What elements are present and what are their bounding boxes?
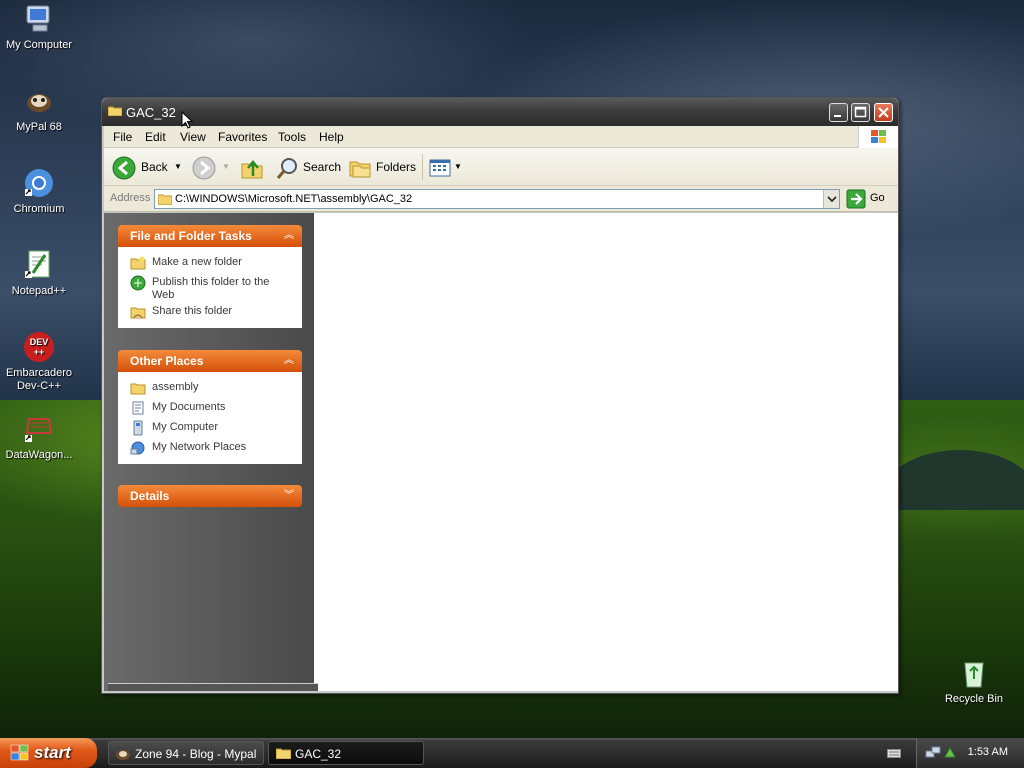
my-computer-icon	[23, 3, 55, 35]
folder-icon	[130, 380, 146, 396]
views-icon	[428, 156, 452, 183]
taskbar-item-gac32[interactable]: GAC_32	[268, 741, 424, 765]
mypal-icon	[23, 85, 55, 117]
keyboard-icon[interactable]	[887, 747, 901, 762]
details-panel: Details ︾	[118, 485, 302, 507]
file-folder-tasks-header[interactable]: File and Folder Tasks ︽	[118, 225, 302, 247]
desktop-icon-my-computer[interactable]: My Computer	[0, 3, 79, 52]
menu-favorites[interactable]: Favorites	[218, 130, 267, 144]
network-places-icon	[130, 440, 146, 456]
clock[interactable]: 1:53 AM	[968, 746, 1008, 758]
start-button[interactable]: start	[0, 738, 97, 768]
toolbar-separator	[422, 154, 423, 180]
datawagon-icon	[23, 413, 55, 445]
maximize-button[interactable]	[851, 103, 870, 122]
forward-arrow-icon	[192, 156, 216, 183]
forward-dropdown-icon: ▼	[222, 162, 230, 171]
minimize-button[interactable]	[829, 103, 848, 122]
toolbar: Back ▼ ▼ Search Folders ▼	[104, 148, 898, 186]
file-folder-tasks-body: Make a new folder Publish this folder to…	[118, 247, 302, 328]
up-folder-icon	[240, 156, 264, 183]
views-button[interactable]: ▼	[428, 156, 464, 180]
new-folder-icon	[130, 255, 146, 271]
notepadpp-icon	[23, 249, 55, 281]
desktop-icon-mypal[interactable]: MyPal 68	[0, 85, 79, 134]
window-titlebar[interactable]: GAC_32	[102, 98, 898, 126]
desktop-icon-datawagon[interactable]: DataWagon...	[0, 413, 79, 462]
task-share-folder[interactable]: Share this folder	[130, 302, 292, 322]
folders-icon	[348, 156, 372, 183]
my-computer-icon	[130, 420, 146, 436]
tasks-pane: File and Folder Tasks ︽ Make a new folde…	[104, 213, 314, 691]
menu-file[interactable]: File	[113, 130, 132, 144]
collapse-chevron-icon[interactable]: ︽	[281, 353, 297, 369]
network-icon[interactable]	[925, 745, 941, 764]
go-button[interactable]: Go	[846, 189, 892, 209]
window-title: GAC_32	[126, 105, 176, 120]
address-label: Address	[110, 192, 151, 204]
task-make-new-folder[interactable]: Make a new folder	[130, 253, 292, 273]
place-my-network-places[interactable]: My Network Places	[130, 438, 292, 458]
menu-edit[interactable]: Edit	[145, 130, 166, 144]
windows-flag-icon	[10, 744, 30, 765]
desktop-icon-recycle-bin[interactable]: Recycle Bin	[934, 657, 1014, 706]
menu-view[interactable]: View	[180, 130, 206, 144]
safely-remove-icon[interactable]	[943, 745, 957, 764]
search-icon	[276, 156, 300, 183]
forward-button[interactable]: ▼	[192, 156, 232, 180]
close-button[interactable]	[874, 103, 893, 122]
windows-logo-icon	[858, 126, 898, 148]
address-input[interactable]: C:\WINDOWS\Microsoft.NET\assembly\GAC_32	[154, 189, 840, 209]
other-places-header[interactable]: Other Places ︽	[118, 350, 302, 372]
svg-text:DEV: DEV	[30, 337, 49, 347]
folder-icon	[275, 747, 292, 762]
taskbar: start Zone 94 - Blog - Mypal GAC_32 1:53…	[0, 738, 1024, 768]
place-assembly[interactable]: assembly	[130, 378, 292, 398]
place-my-computer[interactable]: My Computer	[130, 418, 292, 438]
share-folder-icon	[130, 304, 146, 320]
other-places-panel: Other Places ︽ assembly My Documents My …	[118, 350, 302, 464]
address-value: C:\WINDOWS\Microsoft.NET\assembly\GAC_32	[175, 193, 413, 205]
back-arrow-icon	[112, 156, 136, 183]
menu-help[interactable]: Help	[319, 130, 344, 144]
task-publish-folder[interactable]: Publish this folder to the Web	[130, 273, 292, 302]
my-documents-icon	[130, 400, 146, 416]
svg-text:++: ++	[34, 347, 45, 357]
address-dropdown-button[interactable]	[823, 190, 839, 208]
taskbar-item-mypal[interactable]: Zone 94 - Blog - Mypal	[108, 741, 264, 765]
system-tray: 1:53 AM	[916, 738, 1024, 768]
expand-chevron-icon[interactable]: ︾	[281, 488, 297, 504]
go-arrow-icon	[846, 189, 866, 212]
folder-icon	[107, 105, 123, 117]
collapse-chevron-icon[interactable]: ︽	[281, 228, 297, 244]
menu-bar: File Edit View Favorites Tools Help	[104, 126, 898, 148]
up-folder-button[interactable]	[240, 156, 266, 180]
place-my-documents[interactable]: My Documents	[130, 398, 292, 418]
mypal-icon	[115, 746, 131, 765]
other-places-body: assembly My Documents My Computer My Net…	[118, 372, 302, 464]
recycle-bin-icon	[958, 657, 990, 689]
back-button[interactable]: Back ▼	[112, 156, 182, 180]
desktop-icon-devcpp[interactable]: DEV ++ Embarcadero Dev-C++	[0, 331, 79, 393]
desktop-icon-chromium[interactable]: Chromium	[0, 167, 79, 216]
search-button[interactable]: Search	[276, 156, 342, 180]
file-folder-tasks-panel: File and Folder Tasks ︽ Make a new folde…	[118, 225, 302, 328]
devcpp-icon: DEV ++	[23, 331, 55, 363]
address-bar: Address C:\WINDOWS\Microsoft.NET\assembl…	[104, 186, 898, 212]
mouse-cursor-icon	[181, 110, 194, 129]
desktop-icon-notepadpp[interactable]: Notepad++	[0, 249, 79, 298]
folder-icon	[157, 193, 173, 208]
folders-button[interactable]: Folders	[348, 156, 416, 180]
views-dropdown-icon[interactable]: ▼	[454, 162, 462, 171]
details-header[interactable]: Details ︾	[118, 485, 302, 507]
horizontal-scrollbar[interactable]	[108, 683, 318, 691]
menu-tools[interactable]: Tools	[278, 130, 306, 144]
publish-web-icon	[130, 275, 146, 291]
back-dropdown-icon[interactable]: ▼	[174, 162, 182, 171]
chromium-icon	[23, 167, 55, 199]
explorer-window[interactable]: GAC_32 File Edit View Favorites Tools He…	[101, 97, 899, 694]
folder-contents-view[interactable]	[314, 213, 898, 691]
